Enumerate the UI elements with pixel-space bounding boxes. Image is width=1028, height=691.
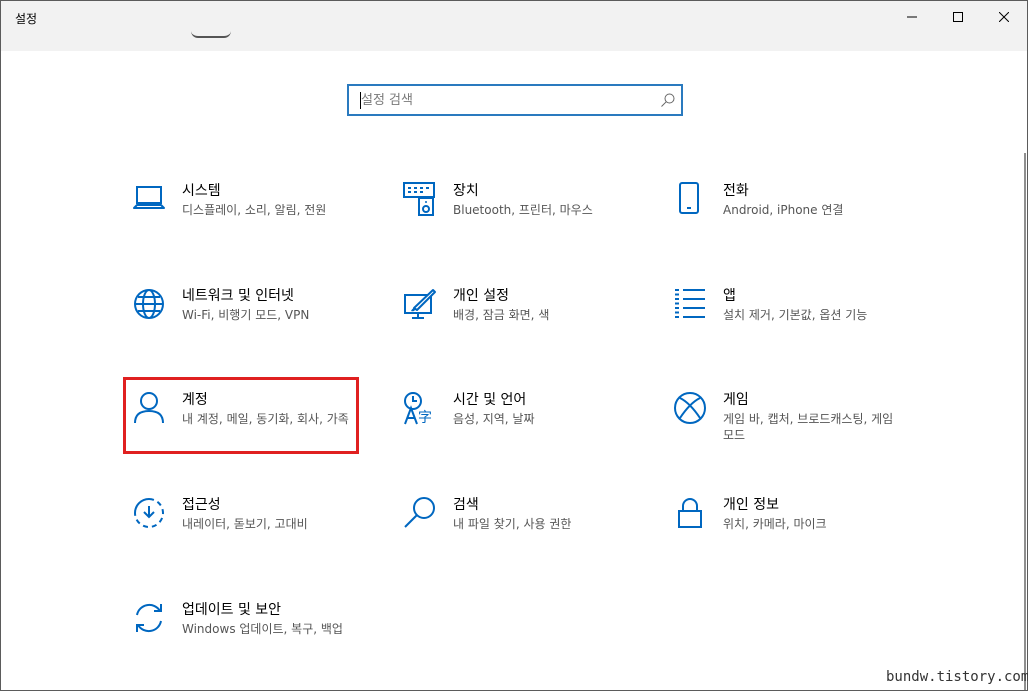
tile-phone[interactable]: 전화 Android, iPhone 연결	[673, 182, 923, 252]
tile-search[interactable]: 검색 내 파일 찾기, 사용 권한	[403, 496, 653, 566]
maximize-icon	[953, 12, 963, 22]
globe-icon	[132, 287, 166, 321]
maximize-button[interactable]	[935, 1, 981, 33]
tile-title: 전화	[723, 183, 749, 199]
tile-description: 게임 바, 캡처, 브로드캐스팅, 게임 모드	[723, 412, 894, 442]
ease-of-access-icon	[132, 496, 166, 530]
tile-title: 앱	[723, 288, 736, 304]
update-icon	[132, 601, 166, 635]
header-graphic	[191, 31, 231, 38]
search-icon[interactable]	[660, 92, 676, 108]
tile-description: Android, iPhone 연결	[723, 203, 844, 217]
tile-title: 네트워크 및 인터넷	[182, 288, 294, 304]
apps-list-icon	[673, 287, 707, 321]
tile-description: 내레이터, 돋보기, 고대비	[182, 517, 308, 531]
magnifier-icon	[403, 496, 437, 530]
tile-title: 게임	[723, 392, 749, 408]
tile-title: 개인 정보	[723, 497, 779, 513]
title-bar[interactable]: 설정	[1, 1, 1027, 51]
tile-title: 개인 설정	[453, 288, 509, 304]
phone-icon	[673, 182, 707, 216]
svg-text:字: 字	[418, 410, 432, 425]
tile-title: 검색	[453, 497, 479, 513]
tile-description: Windows 업데이트, 복구, 백업	[182, 622, 343, 636]
close-icon	[999, 12, 1009, 22]
lock-icon	[673, 496, 707, 530]
tile-network[interactable]: 네트워크 및 인터넷 Wi-Fi, 비행기 모드, VPN	[132, 287, 382, 357]
close-button[interactable]	[981, 1, 1027, 33]
tile-apps[interactable]: 앱 설치 제거, 기본값, 옵션 기능	[673, 287, 923, 357]
tile-description: 배경, 잠금 화면, 색	[453, 308, 550, 322]
tile-time-language[interactable]: 字 시간 및 언어 음성, 지역, 날짜	[403, 391, 653, 461]
tile-description: Bluetooth, 프린터, 마우스	[453, 203, 593, 217]
tile-personalization[interactable]: 개인 설정 배경, 잠금 화면, 색	[403, 287, 653, 357]
tile-description: 위치, 카메라, 마이크	[723, 517, 827, 531]
tile-description: 내 파일 찾기, 사용 권한	[453, 517, 572, 531]
tile-description: 설치 제거, 기본값, 옵션 기능	[723, 308, 868, 322]
xbox-icon	[673, 391, 707, 425]
tile-system[interactable]: 시스템 디스플레이, 소리, 알림, 전원	[132, 182, 382, 252]
tile-gaming[interactable]: 게임 게임 바, 캡처, 브로드캐스팅, 게임 모드	[673, 391, 923, 461]
tile-description: Wi-Fi, 비행기 모드, VPN	[182, 308, 310, 322]
time-language-icon: 字	[403, 391, 437, 425]
scrollbar[interactable]	[1024, 153, 1026, 690]
search-input[interactable]	[361, 86, 651, 114]
tile-title: 시간 및 언어	[453, 392, 527, 408]
tile-devices[interactable]: 장치 Bluetooth, 프린터, 마우스	[403, 182, 653, 252]
watermark-text: bundw.tistory.com	[886, 669, 1028, 685]
window-title: 설정	[15, 12, 38, 26]
tile-ease-of-access[interactable]: 접근성 내레이터, 돋보기, 고대비	[132, 496, 382, 566]
tile-title: 장치	[453, 183, 479, 199]
minimize-icon	[907, 16, 917, 18]
accounts-highlight-box	[123, 377, 359, 454]
personalization-icon	[403, 287, 437, 321]
settings-window: 설정 시스템 디스플레이, 소리, 알림, 전원 장치 Bluetoot	[0, 0, 1028, 691]
tile-description: 음성, 지역, 날짜	[453, 412, 535, 426]
tile-update-security[interactable]: 업데이트 및 보안 Windows 업데이트, 복구, 백업	[132, 601, 382, 671]
tile-description: 디스플레이, 소리, 알림, 전원	[182, 203, 327, 217]
laptop-icon	[132, 182, 166, 216]
tile-title: 접근성	[182, 497, 221, 513]
tile-privacy[interactable]: 개인 정보 위치, 카메라, 마이크	[673, 496, 923, 566]
tile-title: 시스템	[182, 183, 221, 199]
tile-title: 업데이트 및 보안	[182, 602, 282, 618]
settings-search-box[interactable]	[347, 84, 683, 116]
minimize-button[interactable]	[889, 1, 935, 33]
devices-icon	[403, 182, 437, 216]
